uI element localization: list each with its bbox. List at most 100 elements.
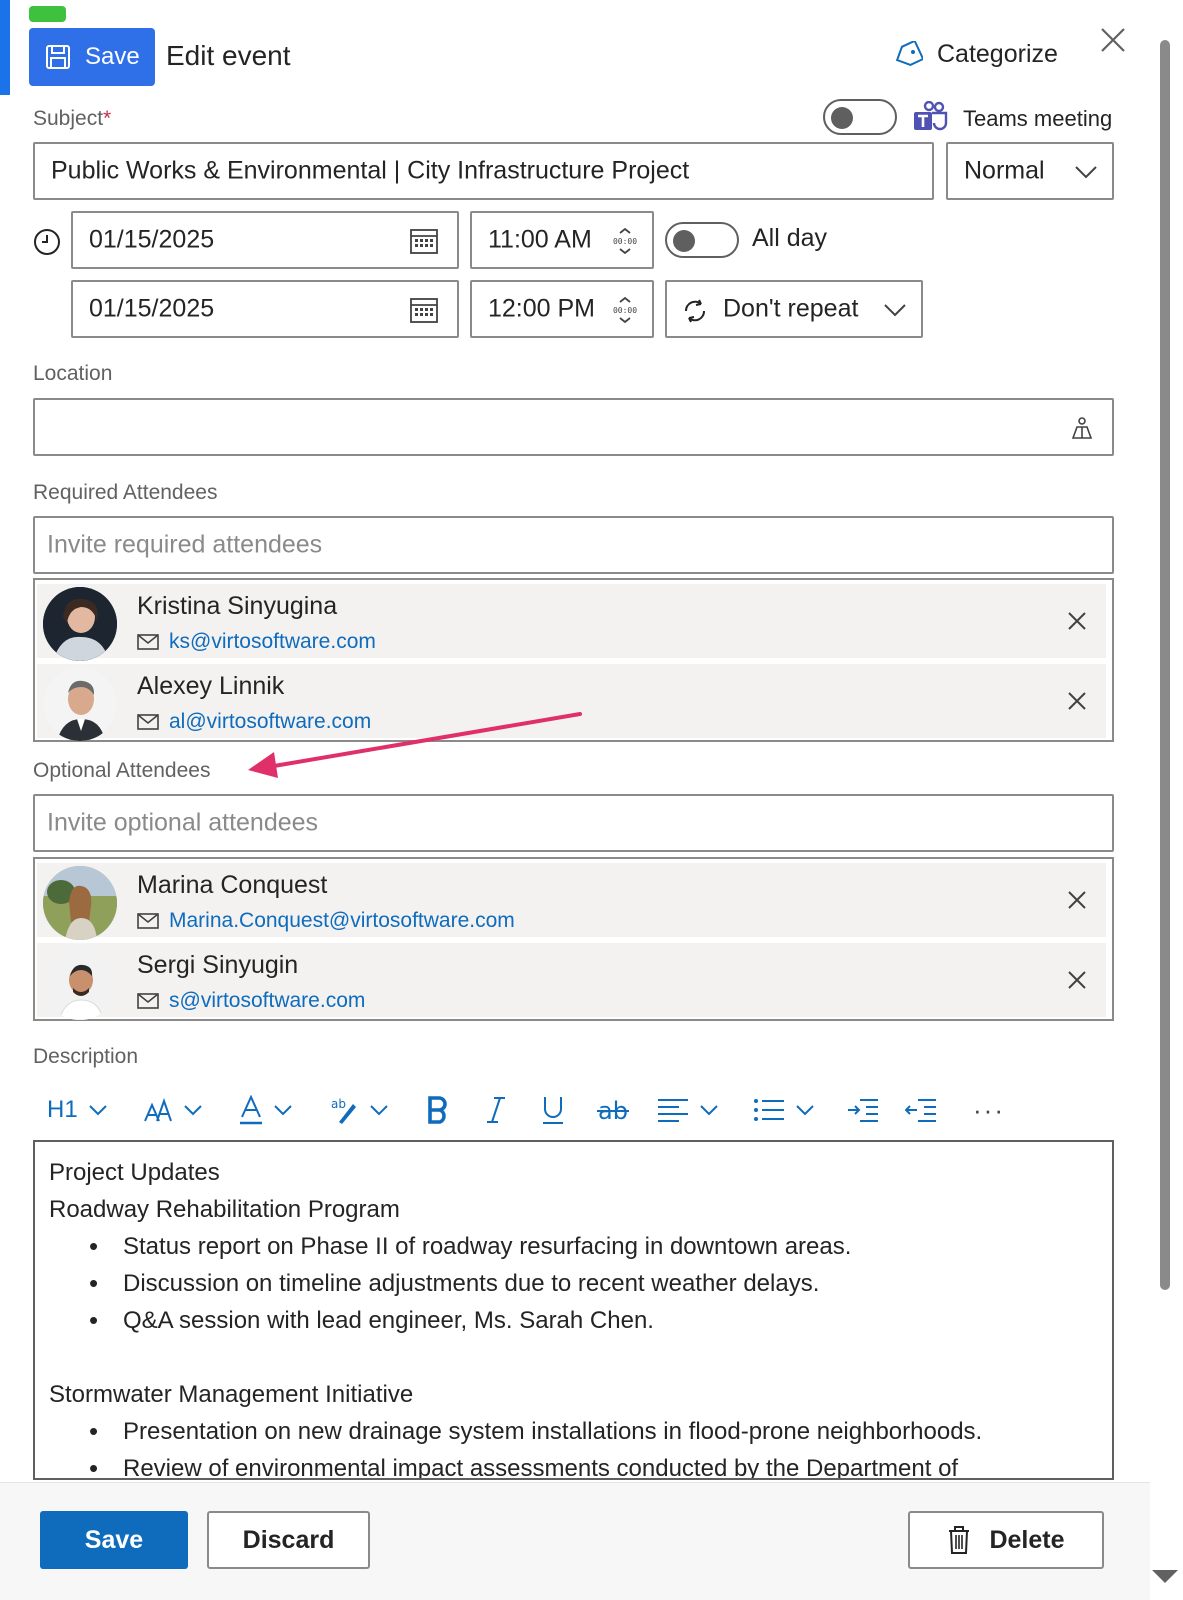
location-input[interactable] — [33, 398, 1114, 456]
clock-icon — [34, 229, 60, 255]
chevron-down-icon — [88, 1105, 107, 1116]
italic-button[interactable] — [485, 1088, 507, 1132]
calendar-icon[interactable] — [409, 227, 439, 255]
header-save-label: Save — [85, 43, 140, 70]
attendee-email[interactable]: ks@virtosoftware.com — [169, 630, 376, 654]
start-time-input[interactable]: 11:00 AM 00:00 — [470, 211, 654, 269]
align-button[interactable] — [657, 1088, 719, 1132]
bold-icon — [428, 1096, 447, 1124]
scroll-down-arrow-icon[interactable] — [1150, 1568, 1180, 1586]
close-icon[interactable] — [1098, 25, 1128, 55]
bold-button[interactable] — [427, 1088, 449, 1132]
repeat-select[interactable]: Don't repeat — [665, 280, 923, 338]
teams-meeting-toggle[interactable] — [823, 99, 897, 135]
underline-button[interactable] — [541, 1088, 565, 1132]
start-date-value: 01/15/2025 — [89, 225, 215, 254]
remove-attendee-icon[interactable] — [1066, 889, 1088, 911]
discard-button[interactable]: Discard — [207, 1511, 370, 1569]
highlight-button[interactable]: ab — [329, 1088, 389, 1132]
more-options-button[interactable]: ··· — [973, 1088, 1005, 1132]
scrollbar-thumb[interactable] — [1160, 40, 1170, 1290]
attendee-name: Kristina Sinyugina — [137, 592, 338, 620]
align-left-icon — [658, 1099, 688, 1122]
attendee-chip[interactable]: Marina Conquest Marina.Conquest@virtosof… — [37, 863, 1106, 940]
status-tab — [29, 6, 66, 22]
outdent-button[interactable] — [905, 1088, 937, 1132]
optional-attendees-input[interactable]: Invite optional attendees — [33, 794, 1114, 852]
optional-attendees-list: Marina Conquest Marina.Conquest@virtosof… — [33, 857, 1114, 1021]
chevron-down-icon — [184, 1105, 202, 1116]
save-button[interactable]: Save — [40, 1511, 188, 1569]
subject-label: Subject* — [33, 107, 112, 130]
highlight-icon: ab — [331, 1097, 356, 1124]
font-size-button[interactable] — [143, 1088, 203, 1132]
all-day-toggle[interactable] — [665, 222, 739, 258]
importance-select[interactable]: Normal — [946, 142, 1114, 200]
left-accent-bar — [0, 0, 10, 95]
italic-icon — [487, 1097, 505, 1123]
room-finder-icon[interactable] — [1070, 416, 1094, 440]
importance-value: Normal — [964, 156, 1045, 185]
categorize-button[interactable]: Categorize — [893, 40, 1058, 69]
bullet-list-icon — [754, 1099, 784, 1121]
footer-bar: Save Discard Delete — [0, 1482, 1150, 1600]
time-picker-icon[interactable]: 00:00 — [610, 227, 640, 255]
list-item: Q&A session with lead engineer, Ms. Sara… — [49, 1302, 1098, 1339]
list-item: Review of environmental impact assessmen… — [49, 1450, 1098, 1478]
all-day-label: All day — [752, 224, 828, 252]
categorize-label: Categorize — [937, 40, 1058, 68]
end-date-value: 01/15/2025 — [89, 294, 215, 323]
remove-attendee-icon[interactable] — [1066, 610, 1088, 632]
attendee-email[interactable]: s@virtosoftware.com — [169, 989, 365, 1013]
svg-text:ab: ab — [331, 1097, 346, 1111]
outdent-icon — [905, 1099, 936, 1122]
avatar — [43, 587, 117, 661]
font-size-icon — [144, 1097, 172, 1122]
avatar — [43, 667, 117, 741]
attendee-chip[interactable]: Kristina Sinyugina ks@virtosoftware.com — [37, 584, 1106, 661]
mail-icon — [137, 634, 159, 650]
font-color-button[interactable] — [239, 1088, 293, 1132]
underline-icon — [543, 1097, 563, 1124]
heading-style-button[interactable]: H1 — [47, 1088, 108, 1132]
end-time-input[interactable]: 12:00 PM 00:00 — [470, 280, 654, 338]
end-date-input[interactable]: 01/15/2025 — [71, 280, 459, 338]
time-picker-icon[interactable]: 00:00 — [610, 296, 640, 324]
delete-button[interactable]: Delete — [908, 1511, 1104, 1569]
indent-button[interactable] — [847, 1088, 879, 1132]
bullets-button[interactable] — [753, 1088, 815, 1132]
attendee-email[interactable]: Marina.Conquest@virtosoftware.com — [169, 909, 515, 933]
chevron-down-icon — [370, 1105, 388, 1116]
end-time-value: 12:00 PM — [488, 294, 596, 323]
subject-value: Public Works & Environmental | City Infr… — [51, 156, 690, 185]
description-heading: Project Updates — [49, 1159, 220, 1186]
chevron-down-icon — [1075, 166, 1097, 179]
teams-meeting-label: Teams meeting — [963, 106, 1113, 131]
mail-icon — [137, 714, 159, 730]
trash-icon — [949, 1526, 970, 1554]
optional-attendees-label: Optional Attendees — [33, 759, 211, 782]
font-color-icon — [240, 1095, 262, 1125]
subject-input[interactable]: Public Works & Environmental | City Infr… — [33, 142, 934, 200]
save-icon — [46, 45, 70, 69]
indent-icon — [848, 1099, 878, 1122]
attendee-chip[interactable]: Sergi Sinyugin s@virtosoftware.com — [37, 943, 1106, 1020]
description-editor[interactable]: Project Updates Roadway Rehabilitation P… — [33, 1140, 1114, 1480]
section-list: Status report on Phase II of roadway res… — [49, 1228, 1098, 1339]
section-list: Presentation on new drainage system inst… — [49, 1413, 1098, 1478]
remove-attendee-icon[interactable] — [1066, 969, 1088, 991]
header-save-button[interactable]: Save — [29, 28, 155, 86]
mail-icon — [137, 913, 159, 929]
description-label: Description — [33, 1045, 139, 1068]
calendar-icon[interactable] — [409, 296, 439, 324]
avatar — [43, 866, 117, 940]
remove-attendee-icon[interactable] — [1066, 690, 1088, 712]
repeat-value: Don't repeat — [723, 294, 859, 323]
location-label: Location — [33, 362, 113, 385]
required-attendees-input[interactable]: Invite required attendees — [33, 516, 1114, 574]
strikethrough-button[interactable]: ab — [597, 1088, 629, 1132]
heading-label: H1 — [47, 1096, 78, 1123]
strikethrough-icon: ab — [597, 1097, 629, 1123]
required-attendees-label: Required Attendees — [33, 481, 218, 504]
start-date-input[interactable]: 01/15/2025 — [71, 211, 459, 269]
